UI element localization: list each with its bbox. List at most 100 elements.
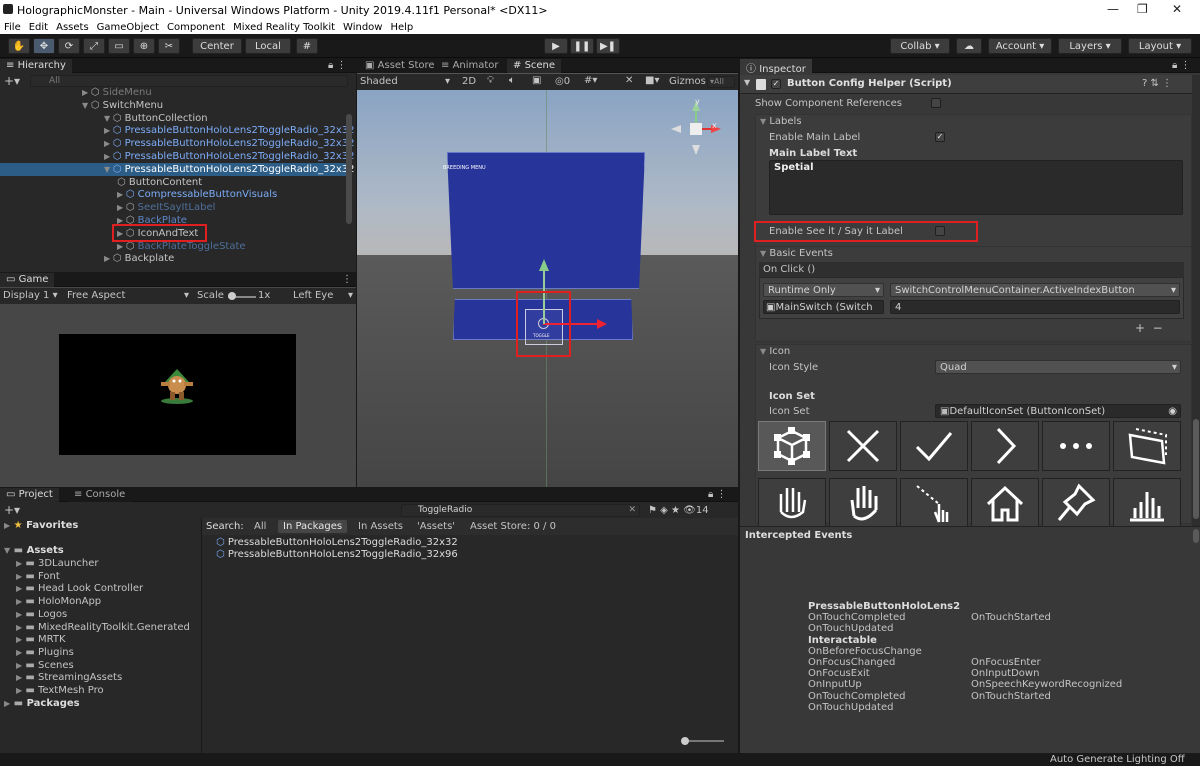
folder-arrow-icon[interactable]: ▶	[16, 559, 22, 568]
icon-size-slider[interactable]	[684, 740, 724, 742]
icon-option[interactable]	[1113, 421, 1181, 471]
project-result-item[interactable]: ⬡ PressableButtonHoloLens2ToggleRadio_32…	[216, 537, 458, 548]
icon-option[interactable]	[829, 478, 897, 526]
argument-field[interactable]: 4	[890, 300, 1180, 314]
main-label-textarea[interactable]: Spetial	[769, 160, 1183, 215]
hierarchy-item[interactable]: ▶ ⬡ PressableButtonHoloLens2ToggleRadio_…	[104, 138, 354, 149]
play-button[interactable]: ▶	[544, 38, 568, 54]
tab-animator[interactable]: ≡ Animator	[435, 59, 505, 73]
icon-option-cube[interactable]	[758, 421, 826, 471]
icon-option[interactable]	[971, 478, 1039, 526]
show-refs-checkbox[interactable]	[931, 98, 941, 108]
icon-option[interactable]	[1113, 478, 1181, 526]
icon-option[interactable]	[758, 478, 826, 526]
favorites-item[interactable]: ▶ ★ Favorites	[4, 520, 78, 531]
project-search-input[interactable]: ToggleRadio ✕	[401, 504, 640, 517]
add-remove-event-buttons[interactable]: + −	[1135, 321, 1163, 335]
hierarchy-item[interactable]: ▼ ⬡ PressableButtonHoloLens2ToggleRadio_…	[104, 164, 354, 175]
tab-hierarchy[interactable]: ≡ Hierarchy	[0, 59, 72, 73]
folder-item[interactable]: ▶ ▬ HoloMonApp	[16, 596, 101, 607]
basic-events-foldout[interactable]: ▼ Basic Events	[760, 248, 833, 259]
filter-in-packages[interactable]: In Packages	[278, 520, 348, 533]
tab-console[interactable]: ≡ Console	[68, 488, 132, 502]
foldout-arrow-icon[interactable]: ▼	[82, 101, 91, 110]
assets-root-item[interactable]: ▼ ▬ Assets	[4, 545, 64, 556]
inspector-scrollbar-thumb[interactable]	[1193, 419, 1199, 519]
filter-all[interactable]: All	[254, 521, 266, 532]
component-settings-icons[interactable]: ? ⇅ ⋮	[1142, 78, 1172, 89]
hand-tool-icon[interactable]: ✋	[8, 38, 30, 54]
folder-item[interactable]: ▶ ▬ MRTK	[16, 634, 66, 645]
hierarchy-item[interactable]: ▼ ⬡ ButtonCollection	[104, 113, 208, 124]
tab-asset-store[interactable]: ▣ Asset Store	[359, 59, 441, 73]
scene-search-input[interactable]: ▾All	[707, 76, 735, 88]
shading-dropdown[interactable]: Shaded ▾	[360, 76, 450, 87]
component-header[interactable]: ▼ ✓ Button Config Helper (Script) ? ⇅ ⋮	[740, 75, 1192, 94]
minimize-icon[interactable]: —	[1107, 2, 1119, 16]
folder-item[interactable]: ▶ ▬ MixedRealityToolkit.Generated	[16, 622, 190, 633]
hierarchy-search-input[interactable]: All	[30, 75, 348, 87]
filter-in-assets[interactable]: In Assets	[358, 521, 403, 532]
account-dropdown[interactable]: Account ▾	[988, 38, 1052, 54]
packages-item[interactable]: ▶ ▬ Packages	[4, 698, 80, 709]
folder-item[interactable]: ▶ ▬ TextMesh Pro	[16, 685, 104, 696]
lighting-toggle-icon[interactable]: 💡︎	[487, 75, 494, 86]
custom-tool-icon[interactable]: ✂	[158, 38, 180, 54]
pause-button[interactable]: ❚❚	[570, 38, 594, 54]
project-filter-icons[interactable]: ⚑ ◈ ★ 👁︎14	[648, 505, 709, 516]
foldout-arrow-icon[interactable]: ▼	[104, 114, 113, 123]
icon-set-field[interactable]: ▣DefaultIconSet (ButtonIconSet) ◉	[935, 404, 1181, 418]
foldout-arrow-icon[interactable]: ▶	[117, 242, 126, 251]
menu-component[interactable]: Component	[167, 22, 225, 33]
menu-mixed-reality-toolkit[interactable]: Mixed Reality Toolkit	[233, 22, 335, 33]
events-scrollbar-thumb[interactable]	[1193, 529, 1199, 543]
aspect-dropdown[interactable]: Free Aspect ▾	[67, 290, 189, 301]
icon-option[interactable]	[900, 478, 968, 526]
camera-icon[interactable]: ■▾	[645, 75, 659, 86]
folder-arrow-icon[interactable]: ▶	[16, 648, 22, 657]
folder-item[interactable]: ▶ ▬ Font	[16, 571, 60, 582]
transform-x-arrowhead[interactable]	[597, 319, 607, 329]
icon-option[interactable]	[829, 421, 897, 471]
runtime-dropdown[interactable]: Runtime Only ▾	[763, 283, 884, 297]
icon-option[interactable]	[900, 421, 968, 471]
tab-inspector[interactable]: ⓘ Inspector	[740, 59, 812, 75]
component-foldout-icon[interactable]: ▼	[744, 78, 750, 87]
layers-dropdown[interactable]: Layers ▾	[1058, 38, 1122, 54]
inspector-lock-icon[interactable]: 🔒︎ ⋮	[1172, 60, 1191, 71]
project-result-item[interactable]: ⬡ PressableButtonHoloLens2ToggleRadio_32…	[216, 549, 458, 560]
folder-arrow-icon[interactable]: ▶	[16, 584, 22, 593]
lock-icon[interactable]: 🔒︎ ⋮	[328, 60, 347, 71]
menu-edit[interactable]: Edit	[29, 22, 48, 33]
layout-dropdown[interactable]: Layout ▾	[1128, 38, 1192, 54]
grid-snap-icon[interactable]: #	[296, 38, 318, 54]
collab-button[interactable]: Collab ▾	[890, 38, 950, 54]
cloud-icon[interactable]: ☁	[956, 38, 982, 54]
menu-assets[interactable]: Assets	[56, 22, 89, 33]
scale-slider-handle[interactable]	[228, 292, 236, 300]
folder-item[interactable]: ▶ ▬ Scenes	[16, 660, 74, 671]
component-enabled-checkbox[interactable]: ✓	[771, 79, 781, 89]
hierarchy-item[interactable]: ▶ ⬡ Backplate	[104, 253, 174, 264]
foldout-arrow-icon[interactable]: ▼	[104, 165, 113, 174]
foldout-arrow-icon[interactable]: ▶	[104, 139, 113, 148]
icon-foldout[interactable]: ▼ Icon	[760, 346, 790, 357]
project-lock-icon[interactable]: 🔒︎ ⋮	[708, 489, 727, 500]
icon-option[interactable]	[1042, 478, 1110, 526]
icon-style-dropdown[interactable]: Quad ▾	[935, 360, 1181, 374]
tab-game[interactable]: ▭ Game	[0, 273, 55, 287]
hierarchy-item[interactable]: ▶ ⬡ BackPlateToggleState	[117, 241, 246, 252]
foldout-arrow-icon[interactable]: ▶	[117, 203, 126, 212]
pivot-local-button[interactable]: Local	[245, 38, 291, 54]
packages-arrow-icon[interactable]: ▶	[4, 699, 10, 708]
project-create-icon[interactable]: +▾	[4, 503, 20, 517]
game-menu-icon[interactable]: ⋮	[342, 274, 352, 285]
icon-option[interactable]	[1042, 421, 1110, 471]
pivot-center-button[interactable]: Center	[192, 38, 242, 54]
toggle-2d-button[interactable]: 2D	[462, 76, 476, 87]
foldout-arrow-icon[interactable]: ▶	[117, 190, 126, 199]
folder-arrow-icon[interactable]: ▶	[16, 610, 22, 619]
restore-icon[interactable]: ❐	[1137, 2, 1148, 16]
icon-option[interactable]	[971, 421, 1039, 471]
move-tool-icon[interactable]: ✥	[33, 38, 55, 54]
